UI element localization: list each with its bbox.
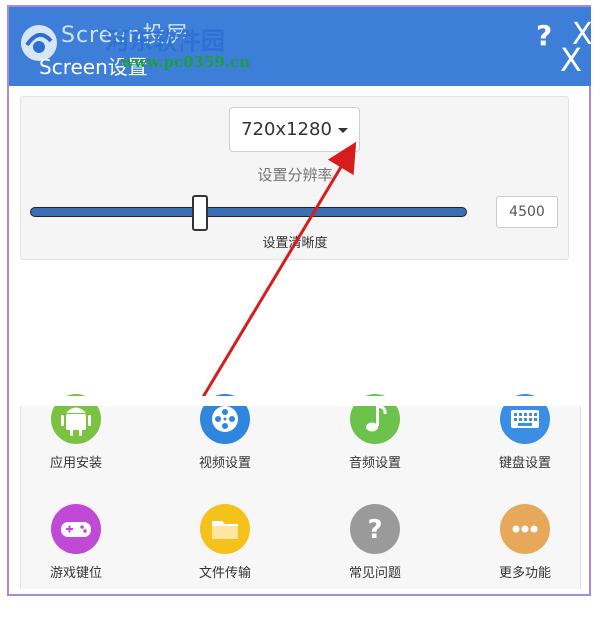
feature-label: 音频设置 [348,456,401,471]
grid-top-clip [20,396,581,406]
chevron-down-icon [337,128,348,133]
feature-file-transfer-button[interactable]: 文件传输 [170,504,280,581]
feature-more-features-button[interactable]: 更多功能 [470,504,580,581]
clarity-slider-handle[interactable] [192,195,209,231]
more-dots-icon [500,504,550,554]
close-button[interactable]: X [551,39,591,81]
feature-label: 视频设置 [198,456,251,471]
clarity-slider[interactable] [30,207,467,217]
clarity-label: 设置清晰度 [262,236,328,251]
feature-game-keys-button[interactable]: 游戏键位 [21,504,131,581]
feature-label: 游戏键位 [49,566,102,581]
feature-label: 更多功能 [498,566,551,581]
title-bar: Screen投屏 河东软件园 Screen设置 www.pc0359.cn ? … [9,7,593,86]
gamepad-icon [51,504,101,554]
resolution-value: 720x1280 [241,119,332,140]
bitrate-input[interactable]: 4500 [496,196,558,228]
folder-icon [200,504,250,554]
feature-label: 常见问题 [348,566,401,581]
feature-label: 文件传输 [198,566,251,581]
svg-text:?: ? [367,515,382,545]
question-icon: ? [350,504,400,554]
feature-faq-button[interactable]: ? 常见问题 [320,504,430,581]
feature-label: 键盘设置 [498,456,551,471]
feature-label: 应用安装 [49,456,102,471]
resolution-label: 设置分辨率 [257,166,333,184]
watermark-url: www.pc0359.cn [121,53,251,71]
resolution-dropdown[interactable]: 720x1280 [229,107,360,152]
help-button[interactable]: ? [536,19,552,52]
